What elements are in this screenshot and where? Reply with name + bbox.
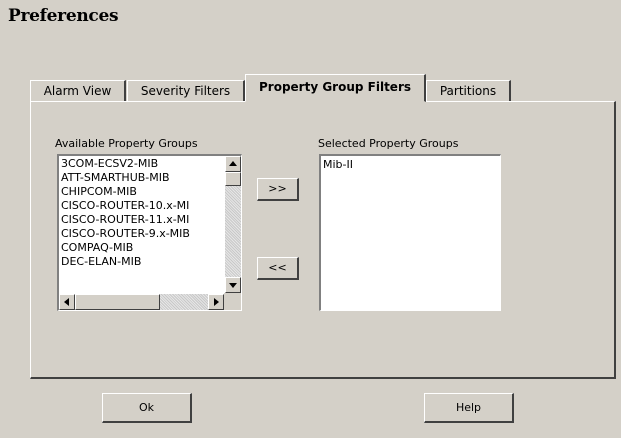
ok-button[interactable]: Ok: [102, 393, 192, 423]
horizontal-scroll-thumb[interactable]: [75, 294, 160, 310]
add-group-button[interactable]: >>: [257, 178, 299, 201]
tab-property-group-filters[interactable]: Property Group Filters: [245, 74, 426, 102]
tab-alarm-view[interactable]: Alarm View: [30, 80, 126, 102]
list-item[interactable]: COMPAQ-MIB: [61, 241, 223, 255]
window-title: Preferences: [8, 6, 119, 26]
tab-severity-filters[interactable]: Severity Filters: [127, 80, 245, 102]
scroll-up-button[interactable]: [225, 156, 241, 172]
triangle-right-icon: [214, 298, 219, 306]
scroll-left-button[interactable]: [59, 294, 75, 310]
help-button[interactable]: Help: [424, 393, 514, 423]
horizontal-scrollbar[interactable]: [59, 294, 224, 310]
list-item[interactable]: DEC-ELAN-MIB: [61, 255, 223, 269]
list-item[interactable]: CISCO-ROUTER-9.x-MIB: [61, 227, 223, 241]
triangle-left-icon: [64, 298, 69, 306]
scroll-down-button[interactable]: [225, 277, 241, 293]
selected-groups-label: Selected Property Groups: [318, 137, 459, 150]
list-item[interactable]: ATT-SMARTHUB-MIB: [61, 171, 223, 185]
triangle-up-icon: [229, 161, 237, 166]
vertical-scrollbar[interactable]: [225, 156, 241, 293]
triangle-down-icon: [229, 283, 237, 288]
available-groups-label: Available Property Groups: [55, 137, 198, 150]
remove-group-button[interactable]: <<: [257, 257, 299, 280]
tab-panel: Available Property Groups 3COM-ECSV2-MIB…: [30, 101, 616, 379]
list-item[interactable]: Mib-II: [323, 158, 498, 172]
list-item[interactable]: CISCO-ROUTER-11.x-MI: [61, 213, 223, 227]
available-groups-listbox[interactable]: 3COM-ECSV2-MIB ATT-SMARTHUB-MIB CHIPCOM-…: [57, 154, 242, 311]
list-item[interactable]: CISCO-ROUTER-10.x-MI: [61, 199, 223, 213]
tab-partitions[interactable]: Partitions: [426, 80, 511, 102]
selected-groups-listbox[interactable]: Mib-II: [319, 154, 501, 311]
vertical-scroll-thumb[interactable]: [225, 172, 241, 186]
list-item[interactable]: 3COM-ECSV2-MIB: [61, 157, 223, 171]
available-groups-items: 3COM-ECSV2-MIB ATT-SMARTHUB-MIB CHIPCOM-…: [61, 157, 223, 292]
scroll-right-button[interactable]: [208, 294, 224, 310]
list-item[interactable]: CHIPCOM-MIB: [61, 185, 223, 199]
scrollbar-corner: [224, 293, 241, 310]
